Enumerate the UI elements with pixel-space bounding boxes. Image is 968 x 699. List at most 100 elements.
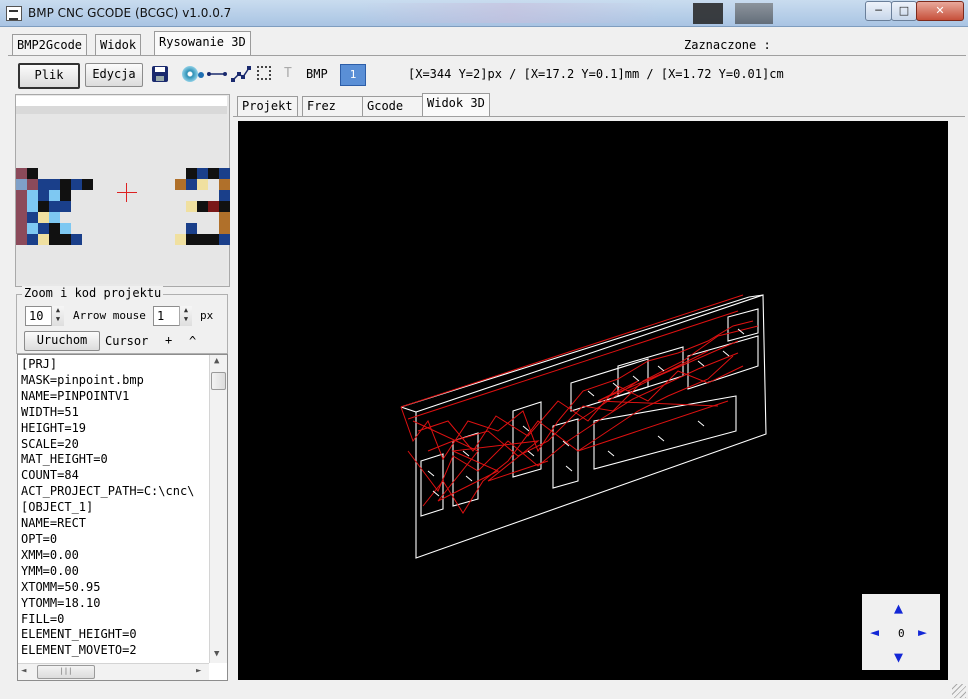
code-line: NAME=PINPOINTV1 — [21, 388, 130, 403]
bmp-button[interactable]: BMP — [306, 67, 328, 81]
bitmap-pixel — [60, 234, 71, 245]
bitmap-pixel — [49, 212, 60, 223]
bitmap-pixel — [16, 201, 27, 212]
bitmap-pixel — [219, 190, 230, 201]
code-scroll-thumb[interactable] — [211, 372, 226, 390]
bitmap-pixel — [16, 179, 27, 190]
arrow-mouse-stepper[interactable]: ▲ ▼ — [179, 306, 192, 326]
ruler-icon[interactable]: 1 — [340, 64, 366, 86]
code-line: XTOMM=50.95 — [21, 579, 101, 594]
scroll-down-icon[interactable]: ▼ — [214, 649, 219, 659]
bitmap-pixel — [38, 212, 49, 223]
bitmap-pixel — [219, 234, 230, 245]
bitmap-pixel — [27, 190, 38, 201]
tab-bmp2gcode[interactable]: BMP2Gcode — [12, 34, 88, 56]
bitmap-pixel — [49, 179, 60, 190]
bitmap-pixel — [175, 234, 186, 245]
bitmap-pixel — [186, 223, 197, 234]
bitmap-pixel — [197, 201, 208, 212]
bitmap-pixel — [197, 179, 208, 190]
arrow-right-icon[interactable]: ► — [918, 625, 927, 640]
preview-scrollbar[interactable] — [16, 96, 227, 106]
tab-gcode[interactable]: Gcode — [362, 96, 424, 117]
scroll-right-icon[interactable]: ► — [196, 666, 201, 676]
code-hscroll-thumb[interactable]: ||| — [37, 665, 95, 679]
arrow-up-icon[interactable]: ▲ — [894, 601, 903, 616]
bitmap-pixel — [219, 179, 230, 190]
cursor-plus-button[interactable]: + — [165, 333, 172, 347]
minimize-button[interactable]: ─ — [865, 1, 892, 21]
maximize-button[interactable]: □ — [891, 1, 917, 21]
disc-icon[interactable] — [182, 66, 198, 82]
code-line: ACT_PROJECT_PATH=C:\cnc\ — [21, 484, 195, 499]
bitmap-pixel — [197, 168, 208, 179]
bitmap-pixel — [60, 223, 71, 234]
bitmap-pixel — [71, 179, 82, 190]
code-line: NAME=RECT — [21, 516, 87, 531]
title-bar-decoration — [360, 3, 660, 23]
bitmap-pixel — [197, 234, 208, 245]
code-line: SCALE=20 — [21, 436, 79, 451]
bitmap-pixel — [27, 212, 38, 223]
tab-divider — [8, 55, 966, 56]
bitmap-pixel — [27, 201, 38, 212]
resize-grip-icon[interactable] — [952, 684, 966, 698]
crosshair-icon — [117, 192, 137, 193]
bitmap-pixel — [186, 168, 197, 179]
run-button[interactable]: Uruchom — [24, 331, 100, 351]
line-icon[interactable] — [207, 67, 227, 81]
close-button[interactable]: ✕ — [916, 1, 964, 21]
bitmap-pixel — [16, 168, 27, 179]
tab-frez[interactable]: Frez — [302, 96, 364, 117]
bitmap-pixel — [16, 190, 27, 201]
bitmap-pixel — [49, 201, 60, 212]
code-vertical-scrollbar[interactable]: ▲ ▼ — [209, 355, 227, 663]
bitmap-pixel — [38, 223, 49, 234]
bitmap-pixel — [208, 168, 219, 179]
scroll-up-icon[interactable]: ▲ — [214, 356, 219, 366]
code-line: MASK=pinpoint.bmp — [21, 372, 144, 387]
bitmap-pixel — [38, 190, 49, 201]
bitmap-pixel — [49, 234, 60, 245]
edit-menu-button[interactable]: Edycja — [85, 63, 143, 87]
zoom-stepper[interactable]: ▲ ▼ — [51, 306, 64, 326]
code-line: WIDTH=51 — [21, 404, 79, 419]
title-bar-decoration — [693, 3, 723, 24]
scroll-left-icon[interactable]: ◄ — [21, 666, 26, 676]
polyline-icon[interactable] — [231, 65, 251, 83]
bitmap-pixel — [60, 179, 71, 190]
zoom-group-legend: Zoom i kod projektu — [22, 286, 164, 300]
px-unit-label: px — [200, 309, 214, 322]
tab-projekt[interactable]: Projekt — [237, 96, 298, 117]
toolpath-3d-drawing — [400, 294, 767, 559]
bitmap-pixel — [208, 201, 219, 212]
window-title: BMP CNC GCODE (BCGC) v1.0.0.7 — [28, 6, 232, 20]
tab-widok-3d[interactable]: Widok 3D — [422, 93, 490, 117]
arrow-down-icon[interactable]: ▼ — [894, 650, 903, 665]
code-line: XMM=0.00 — [21, 547, 79, 562]
text-icon[interactable]: T — [284, 66, 292, 81]
workpiece-outline — [400, 294, 767, 559]
cursor-coordinates: [X=344 Y=2]px / [X=17.2 Y=0.1]mm / [X=1.… — [408, 67, 784, 81]
code-line: ELEMENT_HEIGHT=0 — [21, 627, 137, 642]
bitmap-pixel — [27, 234, 38, 245]
toolpath-lines — [400, 294, 759, 514]
title-bar-decoration — [735, 3, 773, 24]
code-line: OPT=0 — [21, 531, 58, 546]
bitmap-pixel — [175, 179, 186, 190]
file-menu-button[interactable]: Plik — [18, 63, 80, 89]
tab-widok[interactable]: Widok — [95, 34, 142, 56]
bitmap-pixel — [38, 179, 49, 190]
bitmap-pixel — [186, 234, 197, 245]
bitmap-pixel — [71, 234, 82, 245]
navigator-zero[interactable]: 0 — [898, 627, 905, 640]
code-line: MAT_HEIGHT=0 — [21, 452, 108, 467]
arrow-left-icon[interactable]: ◄ — [870, 625, 879, 640]
tab-rysowanie-3d[interactable]: Rysowanie 3D — [154, 31, 251, 56]
cursor-caret-button[interactable]: ^ — [189, 334, 196, 348]
bitmap-pixel — [219, 201, 230, 212]
rectangle-icon[interactable] — [257, 66, 271, 80]
save-icon[interactable] — [152, 66, 168, 82]
project-code-lines: [PRJ] MASK=pinpoint.bmp NAME=PINPOINTV1 WID… — [21, 357, 194, 659]
bitmap-pixel — [27, 168, 38, 179]
